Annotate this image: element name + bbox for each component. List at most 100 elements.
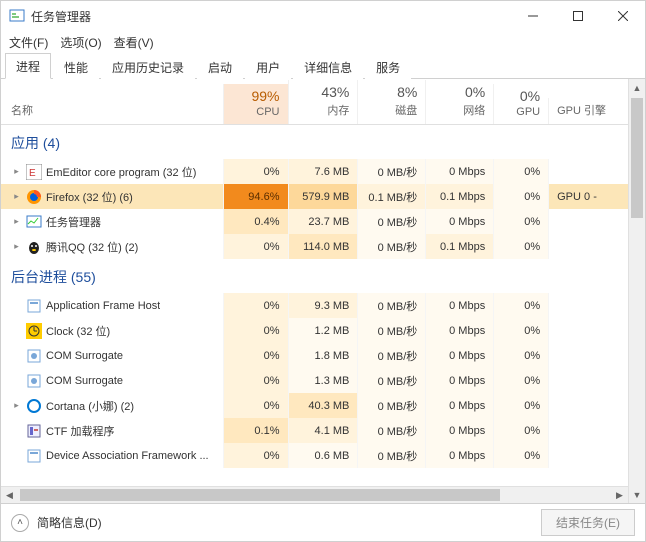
cpu-cell: 0% xyxy=(223,343,288,368)
gpu-engine-cell xyxy=(548,443,628,468)
disk-cell: 0 MB/秒 xyxy=(357,443,425,468)
gpu-cell: 0% xyxy=(493,293,548,318)
fewer-details-label[interactable]: 简略信息(D) xyxy=(37,514,102,531)
process-row[interactable]: CTF 加载程序0.1%4.1 MB0 MB/秒0 Mbps0% xyxy=(1,418,628,443)
menubar: 文件(F) 选项(O) 查看(V) xyxy=(1,31,645,53)
gpu-cell: 0% xyxy=(493,159,548,184)
horizontal-scrollbar[interactable]: ◀ ▶ xyxy=(1,486,628,503)
process-row[interactable]: COM Surrogate0%1.3 MB0 MB/秒0 Mbps0% xyxy=(1,368,628,393)
network-cell: 0 Mbps xyxy=(425,443,493,468)
network-cell: 0 Mbps xyxy=(425,293,493,318)
group-label: 应用 (4) xyxy=(11,133,60,153)
memory-cell: 0.6 MB xyxy=(288,443,358,468)
titlebar[interactable]: 任务管理器 xyxy=(1,1,645,31)
process-icon xyxy=(26,423,42,439)
tab-details[interactable]: 详细信息 xyxy=(293,54,363,79)
tab-performance[interactable]: 性能 xyxy=(53,54,99,79)
process-icon xyxy=(26,323,42,339)
task-manager-window: 任务管理器 文件(F) 选项(O) 查看(V) 进程 性能 应用历史记录 启动 … xyxy=(0,0,646,542)
cpu-cell: 0% xyxy=(223,293,288,318)
process-row[interactable]: ▸腾讯QQ (32 位) (2)0%114.0 MB0 MB/秒0.1 Mbps… xyxy=(1,234,628,259)
gpu-cell: 0% xyxy=(493,318,548,343)
cpu-cell: 0.1% xyxy=(223,418,288,443)
process-name-cell: ▸ EEmEditor core program (32 位) xyxy=(1,159,223,184)
app-icon xyxy=(9,8,25,24)
window-title: 任务管理器 xyxy=(31,8,510,25)
header-gpu-engine[interactable]: GPU 引擎 xyxy=(548,98,628,124)
expand-icon[interactable]: ▸ xyxy=(11,216,22,227)
expand-icon[interactable]: ▸ xyxy=(11,400,22,411)
disk-cell: 0 MB/秒 xyxy=(357,234,425,259)
tab-startup[interactable]: 启动 xyxy=(197,54,243,79)
header-gpu[interactable]: 0%GPU xyxy=(493,84,548,124)
process-name-cell: Application Frame Host xyxy=(1,293,223,318)
process-row[interactable]: ▸Firefox (32 位) (6)94.6%579.9 MB0.1 MB/秒… xyxy=(1,184,628,209)
tab-processes[interactable]: 进程 xyxy=(5,53,51,79)
header-memory[interactable]: 43%内存 xyxy=(288,80,358,124)
process-name-cell: ▸任务管理器 xyxy=(1,209,223,234)
network-cell: 0 Mbps xyxy=(425,393,493,418)
gpu-engine-cell xyxy=(548,159,628,184)
process-name: COM Surrogate xyxy=(46,350,123,362)
scroll-thumb-h[interactable] xyxy=(20,489,500,501)
process-row[interactable]: Device Association Framework ...0%0.6 MB… xyxy=(1,443,628,468)
menu-view[interactable]: 查看(V) xyxy=(114,34,154,51)
scroll-up-icon[interactable]: ▲ xyxy=(629,79,645,96)
disk-cell: 0 MB/秒 xyxy=(357,209,425,234)
process-row[interactable]: COM Surrogate0%1.8 MB0 MB/秒0 Mbps0% xyxy=(1,343,628,368)
header-cpu[interactable]: 99%CPU xyxy=(223,84,288,124)
tab-history[interactable]: 应用历史记录 xyxy=(101,54,195,79)
cpu-cell: 0.4% xyxy=(223,209,288,234)
tab-services[interactable]: 服务 xyxy=(365,54,411,79)
header-disk[interactable]: 8%磁盘 xyxy=(357,80,425,124)
process-name: 腾讯QQ (32 位) (2) xyxy=(46,239,138,255)
cpu-cell: 0% xyxy=(223,318,288,343)
gpu-engine-cell xyxy=(548,368,628,393)
gpu-engine-cell xyxy=(548,234,628,259)
expand-icon[interactable]: ▸ xyxy=(11,241,22,252)
disk-cell: 0 MB/秒 xyxy=(357,318,425,343)
process-icon: E xyxy=(26,164,42,180)
network-cell: 0 Mbps xyxy=(425,318,493,343)
disk-cell: 0 MB/秒 xyxy=(357,293,425,318)
process-icon xyxy=(26,214,42,230)
process-row[interactable]: Clock (32 位)0%1.2 MB0 MB/秒0 Mbps0% xyxy=(1,318,628,343)
process-icon xyxy=(26,239,42,255)
header-network[interactable]: 0%网络 xyxy=(425,80,493,124)
menu-file[interactable]: 文件(F) xyxy=(9,34,48,51)
process-icon xyxy=(26,373,42,389)
scroll-right-icon[interactable]: ▶ xyxy=(611,487,628,503)
process-name-cell: ▸Cortana (小娜) (2) xyxy=(1,393,223,418)
menu-options[interactable]: 选项(O) xyxy=(60,34,101,51)
gpu-cell: 0% xyxy=(493,209,548,234)
process-name-cell: Clock (32 位) xyxy=(1,318,223,343)
group-bg: 后台进程 (55) xyxy=(1,259,628,293)
footer: ˄ 简略信息(D) 结束任务(E) xyxy=(1,503,645,541)
close-button[interactable] xyxy=(600,1,645,31)
header-name[interactable]: 名称 xyxy=(1,98,223,124)
scroll-thumb-v[interactable] xyxy=(631,98,643,218)
end-task-button[interactable]: 结束任务(E) xyxy=(541,509,635,536)
process-row[interactable]: Application Frame Host0%9.3 MB0 MB/秒0 Mb… xyxy=(1,293,628,318)
expand-icon[interactable]: ▸ xyxy=(11,166,22,177)
process-row[interactable]: ▸任务管理器0.4%23.7 MB0 MB/秒0 Mbps0% xyxy=(1,209,628,234)
vertical-scrollbar[interactable]: ▲ ▼ xyxy=(628,79,645,503)
process-icon xyxy=(26,398,42,414)
scroll-left-icon[interactable]: ◀ xyxy=(1,487,18,503)
process-icon xyxy=(26,189,42,205)
process-name: EmEditor core program (32 位) xyxy=(46,164,196,180)
minimize-button[interactable] xyxy=(510,1,555,31)
memory-cell: 1.3 MB xyxy=(288,368,358,393)
process-row[interactable]: ▸Cortana (小娜) (2)0%40.3 MB0 MB/秒0 Mbps0% xyxy=(1,393,628,418)
scroll-down-icon[interactable]: ▼ xyxy=(629,486,645,503)
disk-cell: 0 MB/秒 xyxy=(357,418,425,443)
fewer-details-toggle[interactable]: ˄ xyxy=(11,514,29,532)
tab-users[interactable]: 用户 xyxy=(245,54,291,79)
maximize-button[interactable] xyxy=(555,1,600,31)
process-name-cell: ▸ 腾讯QQ (32 位) (2) xyxy=(1,234,223,259)
network-cell: 0 Mbps xyxy=(425,368,493,393)
memory-cell: 4.1 MB xyxy=(288,418,358,443)
gpu-engine-cell xyxy=(548,318,628,343)
expand-icon[interactable]: ▸ xyxy=(11,191,22,202)
process-row[interactable]: ▸EEmEditor core program (32 位)0%7.6 MB0 … xyxy=(1,159,628,184)
